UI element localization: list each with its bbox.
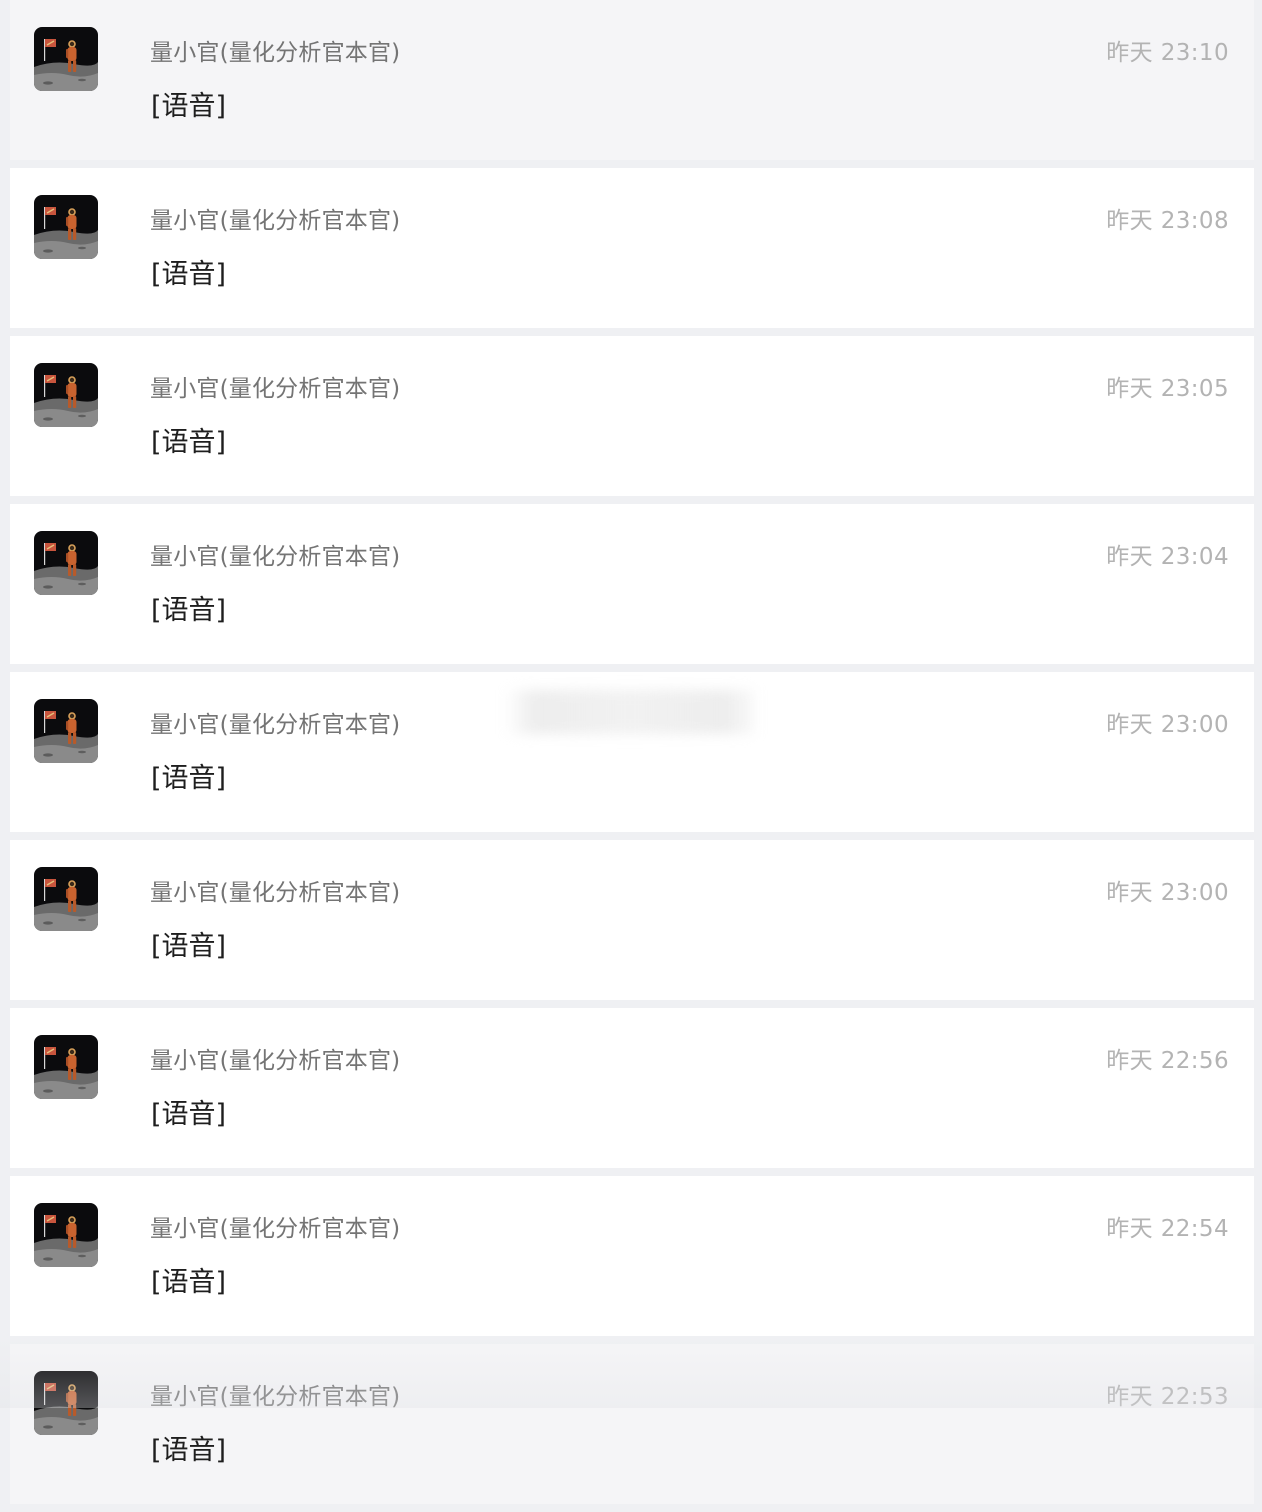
- contact-name: 量小官(量化分析官本官): [150, 376, 401, 402]
- conversation-item[interactable]: 量小官(量化分析官本官) 昨天 23:05 [语音]: [10, 336, 1254, 496]
- astronaut-moon-avatar-icon[interactable]: [34, 363, 98, 427]
- message-time: 昨天 23:00: [1106, 880, 1229, 906]
- message-preview: [语音]: [151, 427, 227, 458]
- message-preview: [语音]: [151, 91, 227, 122]
- astronaut-moon-avatar-icon[interactable]: [34, 531, 98, 595]
- message-preview: [语音]: [151, 931, 227, 962]
- message-preview: [语音]: [151, 1267, 227, 1298]
- astronaut-moon-avatar-icon[interactable]: [34, 867, 98, 931]
- contact-name: 量小官(量化分析官本官): [150, 1384, 401, 1410]
- message-preview: [语音]: [151, 1099, 227, 1130]
- conversation-item[interactable]: 量小官(量化分析官本官) 昨天 23:00 [语音]: [10, 672, 1254, 832]
- contact-name: 量小官(量化分析官本官): [150, 40, 401, 66]
- conversation-item[interactable]: 量小官(量化分析官本官) 昨天 23:04 [语音]: [10, 504, 1254, 664]
- message-preview: [语音]: [151, 259, 227, 290]
- message-time: 昨天 23:00: [1106, 712, 1229, 738]
- message-preview: [语音]: [151, 1435, 227, 1466]
- message-time: 昨天 23:08: [1106, 208, 1229, 234]
- message-preview: [语音]: [151, 763, 227, 794]
- astronaut-moon-avatar-icon[interactable]: [34, 1371, 98, 1435]
- message-time: 昨天 23:10: [1106, 40, 1229, 66]
- contact-name: 量小官(量化分析官本官): [150, 544, 401, 570]
- message-preview: [语音]: [151, 595, 227, 626]
- astronaut-moon-avatar-icon[interactable]: [34, 1035, 98, 1099]
- conversation-item[interactable]: 量小官(量化分析官本官) 昨天 22:53 [语音]: [10, 1344, 1254, 1504]
- contact-name: 量小官(量化分析官本官): [150, 1216, 401, 1242]
- message-time: 昨天 23:05: [1106, 376, 1229, 402]
- astronaut-moon-avatar-icon[interactable]: [34, 27, 98, 91]
- contact-name: 量小官(量化分析官本官): [150, 880, 401, 906]
- conversation-item[interactable]: 量小官(量化分析官本官) 昨天 23:00 [语音]: [10, 840, 1254, 1000]
- contact-name: 量小官(量化分析官本官): [150, 1048, 401, 1074]
- astronaut-moon-avatar-icon[interactable]: [34, 1203, 98, 1267]
- conversation-item[interactable]: 量小官(量化分析官本官) 昨天 22:56 [语音]: [10, 1008, 1254, 1168]
- conversation-item[interactable]: 量小官(量化分析官本官) 昨天 23:08 [语音]: [10, 168, 1254, 328]
- astronaut-moon-avatar-icon[interactable]: [34, 699, 98, 763]
- conversation-list: 量小官(量化分析官本官) 昨天 23:10 [语音] 量小官(量化分析官本官) …: [10, 0, 1254, 1512]
- astronaut-moon-avatar-icon[interactable]: [34, 195, 98, 259]
- message-time: 昨天 22:56: [1106, 1048, 1229, 1074]
- contact-name: 量小官(量化分析官本官): [150, 712, 401, 738]
- contact-name: 量小官(量化分析官本官): [150, 208, 401, 234]
- message-time: 昨天 22:54: [1106, 1216, 1229, 1242]
- conversation-item[interactable]: 量小官(量化分析官本官) 昨天 22:54 [语音]: [10, 1176, 1254, 1336]
- redacted-blur: [505, 690, 755, 734]
- conversation-item[interactable]: 量小官(量化分析官本官) 昨天 23:10 [语音]: [10, 0, 1254, 160]
- message-time: 昨天 23:04: [1106, 544, 1229, 570]
- message-time: 昨天 22:53: [1106, 1384, 1229, 1410]
